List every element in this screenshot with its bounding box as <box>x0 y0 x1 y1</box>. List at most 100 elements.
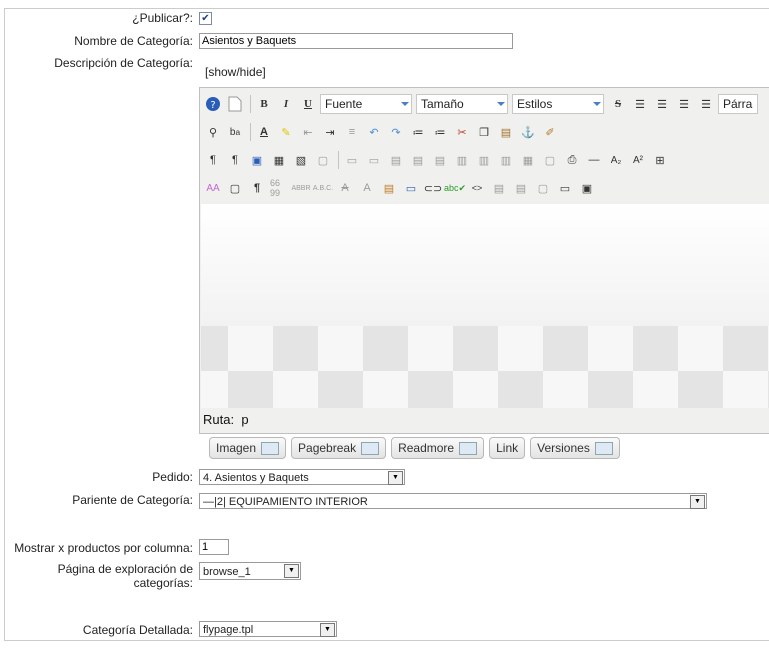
code-icon[interactable]: <> <box>467 178 487 198</box>
align-left-icon[interactable]: ☰ <box>674 94 694 114</box>
align-justify-icon[interactable]: ☰ <box>630 94 650 114</box>
pagebreak-icon[interactable]: ▭ <box>555 178 575 198</box>
table-insert-col-icon[interactable]: ▥ <box>474 150 494 170</box>
indent-icon[interactable]: ⇥ <box>320 122 340 142</box>
italic-icon[interactable]: I <box>276 94 296 114</box>
ordered-list-icon[interactable]: ≔ <box>408 122 428 142</box>
form-top-border <box>4 8 769 9</box>
table-cell-icon[interactable]: ▢ <box>540 150 560 170</box>
editor-content-area[interactable] <box>201 204 769 408</box>
fullscreen-icon[interactable]: ▣ <box>577 178 597 198</box>
editor-background <box>201 204 769 326</box>
edit-doc-icon[interactable]: ▤ <box>511 178 531 198</box>
visual-chars-icon[interactable]: ¶ <box>247 178 267 198</box>
new-document-icon[interactable] <box>225 94 245 114</box>
publish-checkbox[interactable]: ✔ <box>199 12 212 25</box>
pagebreak-button-label: Pagebreak <box>298 441 357 455</box>
insert-text-icon[interactable]: A <box>357 178 377 198</box>
products-per-column-input[interactable] <box>199 539 229 555</box>
ltr-icon[interactable]: ¶ <box>203 150 223 170</box>
page-icon[interactable]: ▢ <box>533 178 553 198</box>
copy-icon[interactable]: ❐ <box>474 122 494 142</box>
link-button[interactable]: Link <box>489 437 526 459</box>
indent-block-icon[interactable]: ≡ <box>342 122 362 142</box>
table-col-icon[interactable]: ▥ <box>452 150 472 170</box>
superscript-icon[interactable]: A² <box>628 150 648 170</box>
category-name-input[interactable] <box>199 33 513 49</box>
subscript-icon[interactable]: A₂ <box>606 150 626 170</box>
template-icon[interactable]: ▦ <box>269 150 289 170</box>
bold-icon[interactable]: B <box>254 94 274 114</box>
table-grid-icon[interactable]: ⊞ <box>650 150 670 170</box>
text-color-icon[interactable]: A <box>254 122 274 142</box>
box-icon[interactable]: ▢ <box>225 178 245 198</box>
outdent-icon[interactable]: ⇤ <box>298 122 318 142</box>
parent-category-select[interactable]: —|2| EQUIPAMIENTO INTERIOR ▼ <box>199 493 707 509</box>
detail-page-value: flypage.tpl <box>203 624 254 636</box>
help-icon[interactable]: ? <box>203 94 223 114</box>
align-center-icon[interactable]: ☰ <box>652 94 672 114</box>
delete-text-icon[interactable]: A <box>335 178 355 198</box>
unordered-list-icon[interactable]: ≔ <box>430 122 450 142</box>
image-button[interactable]: Imagen <box>209 437 287 459</box>
chevron-down-icon <box>593 102 601 106</box>
insert-layer-icon[interactable]: ▢ <box>313 150 333 170</box>
horizontal-rule-icon[interactable]: — <box>584 150 604 170</box>
find-icon[interactable]: ⚲ <box>203 122 223 142</box>
format-select[interactable]: Párra <box>718 94 758 114</box>
replace-icon[interactable]: ba <box>225 122 245 142</box>
underline-icon[interactable]: U <box>298 94 318 114</box>
order-select-value: 4. Asientos y Baquets <box>203 472 309 484</box>
cleanup-icon[interactable]: ✐ <box>540 122 560 142</box>
doc-icon[interactable]: ▤ <box>489 178 509 198</box>
browse-page-value: browse_1 <box>203 566 251 578</box>
move-forward-icon[interactable]: ▭ <box>342 150 362 170</box>
cut-icon[interactable]: ✂ <box>452 122 472 142</box>
table-delete-row-icon[interactable]: ▤ <box>430 150 450 170</box>
detail-page-label: Categoría Detallada: <box>82 623 193 637</box>
chevron-down-icon: ▼ <box>320 623 335 637</box>
pagebreak-icon <box>361 441 380 455</box>
path-value[interactable]: p <box>241 412 248 427</box>
print-icon[interactable]: ⎙ <box>562 150 582 170</box>
size-select[interactable]: Tamaño <box>416 94 508 114</box>
detail-page-select[interactable]: flypage.tpl ▼ <box>199 621 337 637</box>
align-right-icon[interactable]: ☰ <box>696 94 716 114</box>
parent-category-label: Pariente de Categoría: <box>72 493 193 507</box>
form-bottom-border <box>4 640 769 641</box>
paste-icon[interactable]: ▤ <box>496 122 516 142</box>
undo-icon[interactable]: ↶ <box>364 122 384 142</box>
versions-button[interactable]: Versiones <box>530 437 620 459</box>
image-icon[interactable]: ▭ <box>401 178 421 198</box>
redo-icon[interactable]: ↷ <box>386 122 406 142</box>
readmore-button[interactable]: Readmore <box>391 437 485 459</box>
blockquote-icon[interactable]: 66 99 <box>269 178 289 198</box>
show-hide-link[interactable]: [show/hide] <box>205 65 266 79</box>
edit-image-icon[interactable]: ▧ <box>291 150 311 170</box>
link-icon[interactable]: ⊂⊃ <box>423 178 443 198</box>
attribs-icon[interactable]: ▤ <box>379 178 399 198</box>
media-icon[interactable]: ▣ <box>247 150 267 170</box>
table-delete-col-icon[interactable]: ▥ <box>496 150 516 170</box>
browse-page-select[interactable]: browse_1 ▼ <box>199 562 301 580</box>
strikethrough-icon[interactable]: S <box>608 94 628 114</box>
highlight-icon[interactable]: ✎ <box>276 122 296 142</box>
rtl-icon[interactable]: ¶ <box>225 150 245 170</box>
spellcheck-icon[interactable]: abc✔ <box>444 178 466 198</box>
table-row-props-icon[interactable]: ▤ <box>386 150 406 170</box>
table-insert-row-icon[interactable]: ▤ <box>408 150 428 170</box>
table-icon[interactable]: ▦ <box>518 150 538 170</box>
styles-select[interactable]: Estilos <box>512 94 604 114</box>
format-select-value: Párra <box>723 97 753 111</box>
move-backward-icon[interactable]: ▭ <box>364 150 384 170</box>
styles-props-icon[interactable]: AA <box>203 178 223 198</box>
order-select[interactable]: 4. Asientos y Baquets ▼ <box>199 469 405 485</box>
font-select[interactable]: Fuente <box>320 94 412 114</box>
abbr-icon[interactable]: ABBR <box>291 178 311 198</box>
category-description-label: Descripción de Categoría: <box>54 56 193 70</box>
pagebreak-button[interactable]: Pagebreak <box>291 437 387 459</box>
acronym-icon[interactable]: A.B.C. <box>313 178 333 198</box>
toolbar-row-4: AA ▢ ¶ 66 99 ABBR A.B.C. A A ▤ ▭ ⊂⊃ abc✔… <box>203 176 599 200</box>
toolbar-separator <box>250 95 251 113</box>
anchor-icon[interactable]: ⚓ <box>518 122 538 142</box>
